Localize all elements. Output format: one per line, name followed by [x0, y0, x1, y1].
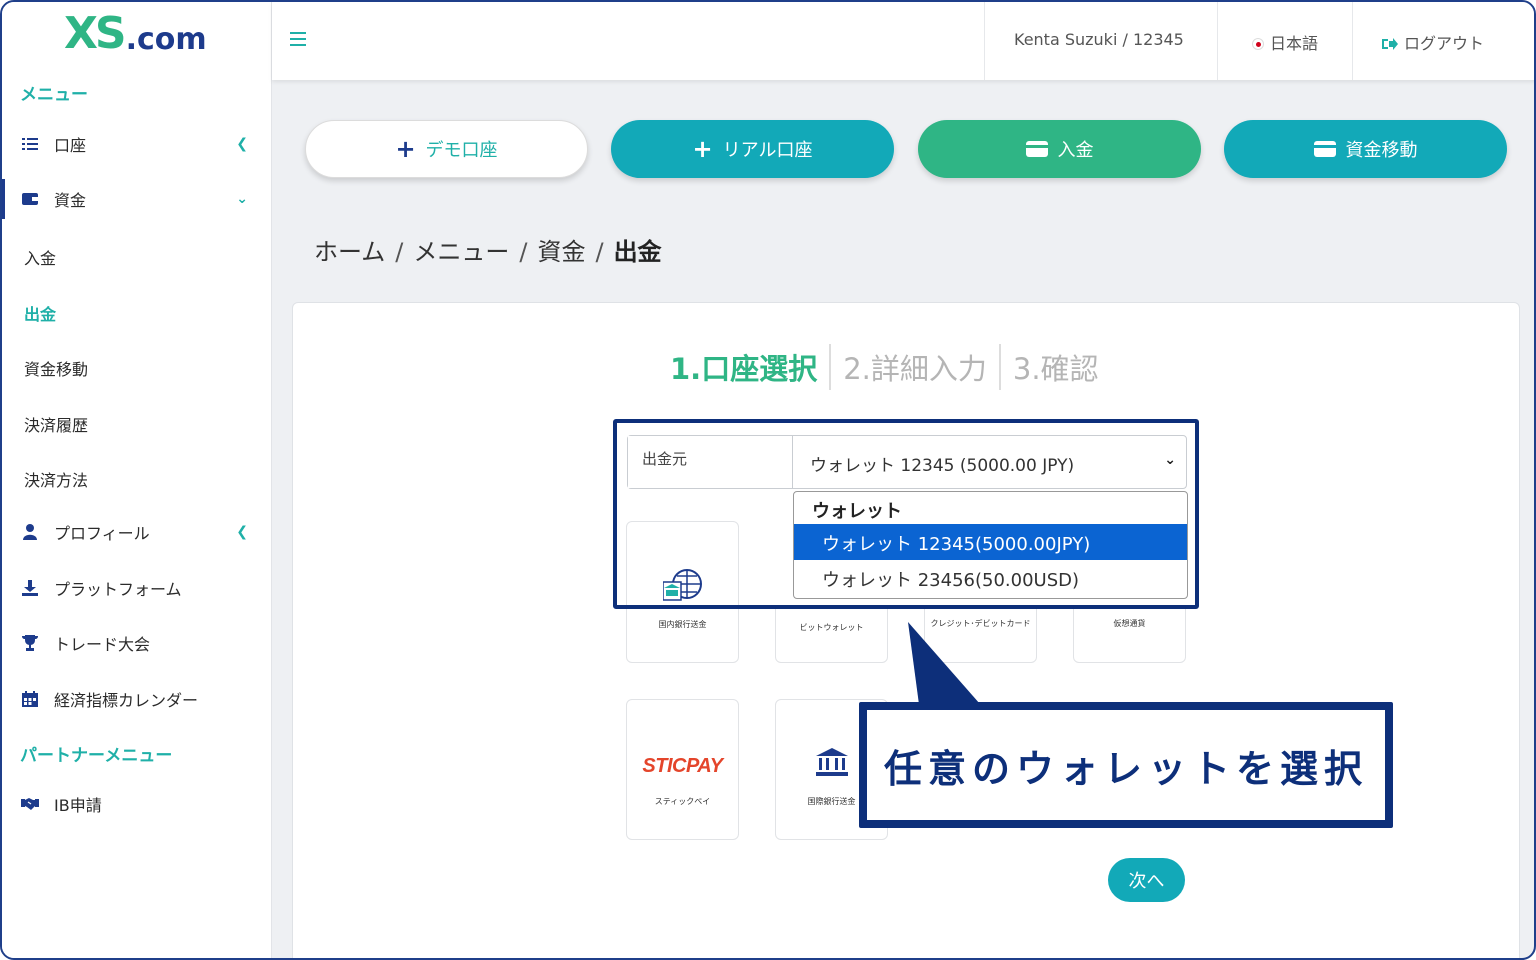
chevron-left-icon: ❮ [236, 524, 248, 540]
sidebar-item-platform[interactable]: プラットフォーム [2, 568, 270, 608]
chevron-down-icon: ⌄ [1164, 452, 1176, 468]
bank-icon [816, 748, 848, 776]
breadcrumb-menu[interactable]: メニュー [413, 238, 509, 266]
withdraw-source-highlight: 出金元 ウォレット 12345 (5000.00 JPY) ⌄ ウォレット ウォ… [613, 419, 1199, 609]
credit-card-icon [1025, 141, 1048, 157]
sidebar-item-label: IB申請 [54, 796, 102, 815]
breadcrumb-home[interactable]: ホーム [314, 238, 385, 266]
sidebar-item-funds[interactable]: 資金 ⌄ [2, 179, 270, 219]
logout-link[interactable]: ログアウト [1382, 30, 1484, 55]
demo-account-button[interactable]: + デモ口座 [305, 120, 588, 178]
method-label: スティックペイ [654, 797, 711, 806]
sidebar-item-label: 経済指標カレンダー [54, 691, 199, 710]
breadcrumb-separator: / [395, 238, 404, 266]
real-account-label: リアル口座 [722, 140, 813, 161]
sidebar-item-label: 口座 [54, 136, 87, 155]
step-account-select: 1.口座選択 [670, 352, 818, 386]
user-icon [20, 524, 40, 540]
deposit-button[interactable]: 入金 [918, 120, 1201, 178]
sidebar-sub-deposit[interactable]: 入金 [24, 245, 56, 269]
logo-xs-text: XS [64, 8, 127, 59]
method-label: 仮想通貨 [1113, 619, 1146, 628]
logout-icon [1382, 36, 1398, 55]
breadcrumb-funds[interactable]: 資金 [537, 238, 585, 266]
step-details: 2.詳細入力 [843, 352, 987, 386]
credit-card-icon [1313, 141, 1336, 157]
real-account-button[interactable]: + リアル口座 [611, 120, 894, 178]
deposit-label: 入金 [1057, 140, 1094, 161]
breadcrumb: ホーム / メニュー / 資金 / 出金 [314, 232, 662, 267]
xs-logo[interactable]: XS .com [64, 8, 207, 56]
sidebar-sub-withdraw[interactable]: 出金 [24, 301, 56, 325]
step-indicator: 1.口座選択 2.詳細入力 3.確認 [670, 344, 1111, 390]
chevron-left-icon: ❮ [236, 136, 248, 152]
withdraw-panel [292, 302, 1520, 958]
hamburger-menu-icon[interactable] [290, 32, 306, 46]
trophy-icon [20, 635, 40, 651]
language-label: 日本語 [1270, 34, 1319, 53]
sidebar-item-calendar[interactable]: 経済指標カレンダー [2, 679, 270, 719]
method-sticpay[interactable]: STICPAY スティックペイ [626, 699, 739, 840]
dropdown-option-wallet-23456[interactable]: ウォレット 23456(50.00USD) [794, 560, 1187, 596]
method-label: クレジット･デビットカード [930, 619, 1031, 628]
transfer-label: 資金移動 [1345, 140, 1418, 161]
step-confirm: 3.確認 [1012, 352, 1099, 386]
instruction-callout: 任意のウォレットを選択 [859, 702, 1393, 828]
withdraw-source-value: ウォレット 12345 (5000.00 JPY) [810, 456, 1075, 476]
dropdown-option-wallet-12345[interactable]: ウォレット 12345(5000.00JPY) [794, 524, 1187, 560]
sidebar-item-label: 資金 [54, 191, 87, 210]
logout-label: ログアウト [1404, 34, 1485, 53]
breadcrumb-current: 出金 [613, 238, 662, 266]
menu-section-title: メニュー [20, 85, 88, 105]
app-frame: XS .com メニュー 口座 ❮ 資金 ⌄ 入金 出金 資金移動 決済履歴 決… [0, 0, 1536, 960]
withdraw-source-select[interactable]: ウォレット 12345 (5000.00 JPY) ⌄ [794, 436, 1186, 488]
wallet-icon [20, 192, 40, 206]
chevron-down-icon: ⌄ [236, 191, 248, 207]
transfer-button[interactable]: 資金移動 [1224, 120, 1507, 178]
sticpay-logo: STICPAY [642, 755, 723, 777]
sidebar-item-label: プロフィール [54, 524, 150, 543]
sidebar-item-profile[interactable]: プロフィール ❮ [2, 512, 270, 552]
logo-com-text: .com [125, 22, 207, 57]
sidebar-item-ib[interactable]: IB申請 [2, 784, 270, 824]
sidebar-item-accounts[interactable]: 口座 ❮ [2, 124, 270, 164]
handshake-icon [20, 797, 40, 811]
dropdown-group-label: ウォレット [812, 501, 902, 522]
breadcrumb-separator: / [519, 238, 528, 266]
sidebar-item-label: プラットフォーム [54, 580, 182, 599]
withdraw-source-label: 出金元 [628, 436, 793, 488]
sidebar: XS .com メニュー 口座 ❮ 資金 ⌄ 入金 出金 資金移動 決済履歴 決… [2, 2, 272, 958]
plus-icon: + [395, 135, 416, 163]
download-icon [20, 580, 40, 596]
topbar-divider [1217, 2, 1218, 80]
domestic-bank-icon [663, 569, 702, 601]
sidebar-item-label: トレード大会 [54, 635, 151, 654]
topbar: Kenta Suzuki / 12345 日本語 ログアウト [272, 2, 1534, 80]
next-button[interactable]: 次へ [1108, 858, 1185, 902]
list-icon [20, 137, 40, 151]
sidebar-sub-transfer[interactable]: 資金移動 [24, 356, 88, 380]
withdraw-source-row: 出金元 ウォレット 12345 (5000.00 JPY) ⌄ [627, 435, 1187, 489]
sidebar-item-contest[interactable]: トレード大会 [2, 623, 270, 663]
breadcrumb-separator: / [595, 238, 604, 266]
plus-icon: + [692, 135, 713, 163]
japan-flag-icon [1252, 38, 1264, 50]
sidebar-sub-history[interactable]: 決済履歴 [24, 412, 88, 436]
demo-account-label: デモ口座 [425, 140, 498, 161]
partner-section-title: パートナーメニュー [20, 746, 173, 766]
method-label: ビットウォレット [799, 623, 864, 632]
topbar-divider [984, 2, 985, 80]
language-selector[interactable]: 日本語 [1252, 30, 1318, 54]
topbar-divider [1352, 2, 1353, 80]
method-label: 国内銀行送金 [658, 620, 707, 629]
method-domestic-bank-peek [626, 521, 739, 605]
withdraw-source-dropdown: ウォレット ウォレット 12345(5000.00JPY) ウォレット 2345… [793, 491, 1188, 599]
calendar-icon [20, 691, 40, 707]
sidebar-sub-methods[interactable]: 決済方法 [24, 467, 88, 491]
user-account-label: Kenta Suzuki / 12345 [1014, 30, 1184, 49]
